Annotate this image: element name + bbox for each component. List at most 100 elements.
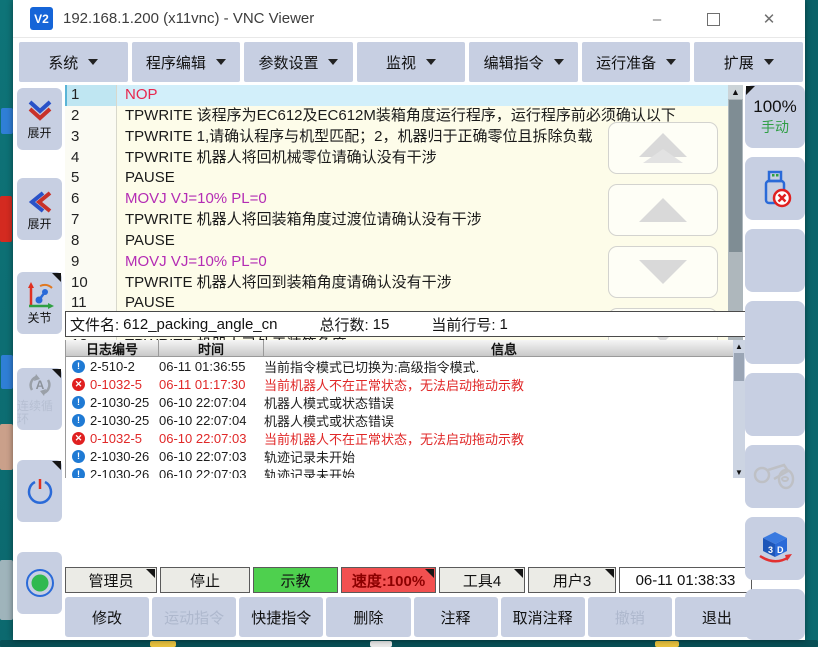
log-row[interactable]: ! 2-1030-26 06-10 22:07:03 轨迹记录未开始	[66, 465, 734, 478]
menu-item[interactable]: 程序编辑	[132, 42, 241, 82]
menu-item[interactable]: 编辑指令	[469, 42, 578, 82]
log-col-message: 信息	[264, 340, 745, 357]
speed-value: 100%	[753, 97, 796, 117]
log-vertical-scrollbar[interactable]: ▲ ▼	[733, 340, 745, 478]
toolbar-button[interactable]: 快捷指令	[239, 597, 323, 637]
toolbar-button[interactable]: 运动指令	[152, 597, 236, 637]
sidebar-power-button[interactable]	[17, 460, 62, 522]
menu-item-label: 监视	[386, 52, 416, 73]
sidebar-record-button[interactable]	[17, 552, 62, 614]
log-time: 06-10 22:07:04	[159, 413, 264, 428]
scrollbar-thumb[interactable]	[734, 353, 744, 381]
log-time: 06-11 01:36:55	[159, 359, 264, 374]
svg-text:3: 3	[768, 545, 773, 555]
file-name-value: 612_packing_angle_cn	[123, 316, 277, 333]
right-sidebar-empty-button[interactable]	[745, 589, 805, 640]
scroll-down-icon[interactable]: ▼	[733, 466, 745, 478]
toolbar-button[interactable]: 取消注释	[501, 597, 585, 637]
line-up-button[interactable]	[608, 184, 718, 236]
toolbar-button[interactable]: 修改	[65, 597, 149, 637]
line-text: PAUSE	[117, 168, 175, 189]
close-button[interactable]: ✕	[741, 0, 797, 38]
menu-item[interactable]: 运行准备	[582, 42, 691, 82]
toolbar-button[interactable]: 删除	[326, 597, 410, 637]
current-line-value: 1	[500, 316, 508, 333]
desktop-icon-fragment	[0, 424, 13, 470]
speed-mode-button[interactable]: 100% 手动	[745, 85, 805, 148]
menu-item-label: 程序编辑	[146, 52, 206, 73]
teach-mode-indicator: 示教	[253, 567, 338, 593]
menu-item[interactable]: 参数设置	[244, 42, 353, 82]
mode-value: 手动	[761, 117, 789, 137]
chevron-down-icon	[88, 59, 98, 65]
user-level-dropdown[interactable]: 管理员	[65, 567, 157, 593]
line-number: 6	[65, 189, 117, 210]
drag-teach-button[interactable]	[745, 445, 805, 508]
taskbar-icon-fragment	[150, 641, 176, 647]
record-circle-icon	[24, 567, 56, 599]
double-chevron-down-icon	[25, 99, 55, 125]
svg-text:D: D	[777, 545, 784, 555]
sidebar-button-label: 展开	[27, 218, 51, 231]
sidebar-continuous-cycle-button[interactable]: A 连续循环	[17, 368, 62, 430]
line-text: TPWRITE 机器人将回机械零位请确认没有干涉	[117, 148, 437, 169]
line-number: 3	[65, 127, 117, 148]
menu-item[interactable]: 扩展	[694, 42, 803, 82]
log-row[interactable]: ! 2-1030-25 06-10 22:07:04 机器人模式或状态错误	[66, 393, 734, 411]
log-rows: ! 2-510-2 06-11 01:36:55 当前指令模式已切换为:高级指令…	[66, 357, 734, 478]
scrollbar-thumb[interactable]	[729, 100, 742, 252]
sidebar-expand-left-button[interactable]: 展开	[17, 178, 62, 240]
log-row[interactable]: ! 2-1030-26 06-10 22:07:03 轨迹记录未开始	[66, 447, 734, 465]
sidebar-expand-down-button[interactable]: 展开	[17, 88, 62, 150]
maximize-button[interactable]	[685, 0, 741, 38]
log-time: 06-10 22:07:03	[159, 449, 264, 464]
log-id: 2-510-2	[90, 359, 159, 374]
log-row[interactable]: ! 2-1030-25 06-10 22:07:04 机器人模式或状态错误	[66, 411, 734, 429]
3d-cube-icon: 3 D	[754, 530, 796, 568]
taskbar-fragment	[0, 640, 818, 647]
usb-status-button[interactable]	[745, 157, 805, 220]
edit-toolbar: 修改运动指令快捷指令删除注释取消注释撤销退出	[65, 597, 759, 637]
log-row[interactable]: ✕ 0-1032-5 06-11 01:17:30 当前机器人不在正常状态，无法…	[66, 375, 734, 393]
menu-item-label: 运行准备	[596, 52, 656, 73]
line-number: 5	[65, 168, 117, 189]
right-sidebar-empty-button[interactable]	[745, 301, 805, 364]
speed-dropdown[interactable]: 速度:100%	[341, 567, 436, 593]
toolbar-button[interactable]: 注释	[414, 597, 498, 637]
3d-view-button[interactable]: 3 D	[745, 517, 805, 580]
log-level-icon: ✕	[72, 432, 85, 445]
tool-dropdown[interactable]: 工具4	[439, 567, 525, 593]
desktop-icon-fragment	[1, 355, 13, 389]
right-sidebar-empty-button[interactable]	[745, 373, 805, 436]
svg-text:A: A	[35, 378, 44, 392]
log-message: 当前机器人不在正常状态，无法启动拖动示教	[264, 375, 734, 394]
log-table-header: 日志编号 时间 信息	[66, 340, 745, 357]
log-message: 当前机器人不在正常状态，无法启动拖动示教	[264, 429, 734, 448]
scroll-up-icon[interactable]: ▲	[728, 85, 743, 99]
menu-item-label: 参数设置	[258, 52, 318, 73]
scroll-up-icon[interactable]: ▲	[733, 340, 745, 352]
menu-item[interactable]: 系统	[19, 42, 128, 82]
line-down-button[interactable]	[608, 246, 718, 298]
log-level-icon: !	[72, 396, 85, 409]
joint-coordinate-icon	[26, 282, 54, 310]
log-row[interactable]: ✕ 0-1032-5 06-10 22:07:03 当前机器人不在正常状态，无法…	[66, 429, 734, 447]
page-up-button[interactable]	[608, 122, 718, 174]
log-col-time: 时间	[159, 340, 264, 357]
double-up-arrow-icon	[643, 149, 683, 163]
toolbar-button[interactable]: 撤销	[588, 597, 672, 637]
sidebar-button-label: 连续循环	[17, 400, 62, 426]
sidebar-joint-coordinate-button[interactable]: 关节	[17, 272, 62, 334]
vnc-logo-icon: V2	[30, 7, 53, 30]
right-sidebar-empty-button[interactable]	[745, 229, 805, 292]
menu-item[interactable]: 监视	[357, 42, 466, 82]
line-text: MOVJ VJ=10% PL=0	[117, 252, 267, 273]
chevron-down-icon	[666, 59, 676, 65]
log-table: 日志编号 时间 信息 ! 2-510-2 06-11 01:36:55 当前指令…	[65, 340, 745, 478]
program-line-row[interactable]: 1 NOP	[65, 85, 728, 106]
log-message: 机器人模式或状态错误	[264, 393, 734, 412]
minimize-button[interactable]: –	[629, 0, 685, 38]
user-frame-dropdown[interactable]: 用户3	[528, 567, 616, 593]
log-row[interactable]: ! 2-510-2 06-11 01:36:55 当前指令模式已切换为:高级指令…	[66, 357, 734, 375]
log-level-icon: !	[72, 450, 85, 463]
